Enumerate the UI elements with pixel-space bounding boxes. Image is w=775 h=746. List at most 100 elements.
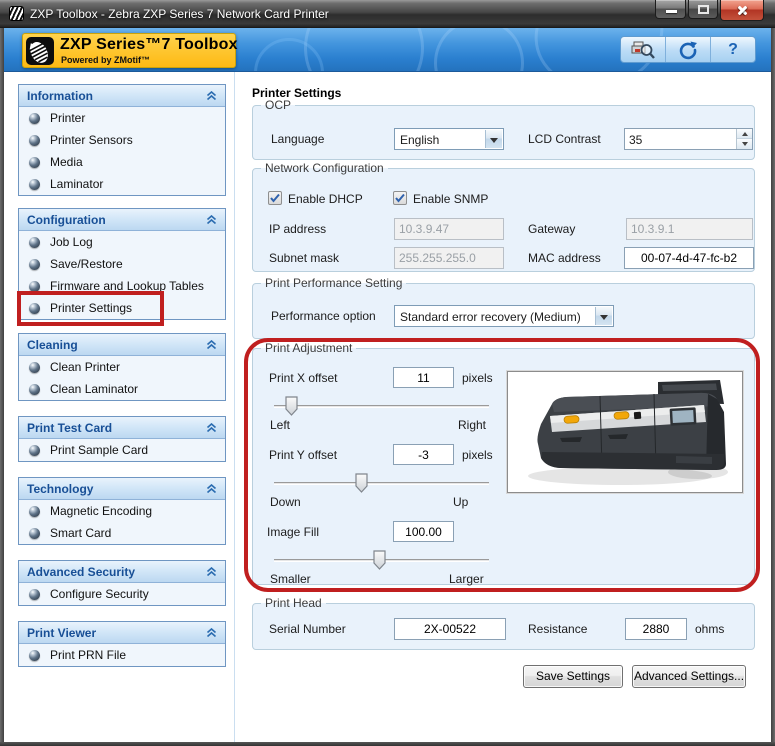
window-title: ZXP Toolbox - Zebra ZXP Series 7 Network… xyxy=(30,7,329,21)
collapse-chevron-icon xyxy=(206,567,217,577)
spinner-up-icon[interactable] xyxy=(737,129,752,139)
print-x-offset-slider-thumb[interactable] xyxy=(285,396,298,416)
bullet-icon xyxy=(29,506,40,517)
group-ocp: OCP Language English LCD Contrast 35 xyxy=(252,105,755,160)
section-header-cleaning[interactable]: Cleaning xyxy=(19,334,225,356)
window-border xyxy=(0,742,775,746)
section-header-configuration[interactable]: Configuration xyxy=(19,209,225,231)
lcd-contrast-stepper[interactable]: 35 xyxy=(624,128,753,150)
check-icon xyxy=(269,192,281,204)
bullet-icon xyxy=(29,589,40,600)
enable-snmp-checkbox[interactable] xyxy=(393,191,407,205)
refresh-button[interactable] xyxy=(665,37,710,62)
sidebar-item-printer-settings[interactable]: Printer Settings xyxy=(19,297,225,319)
resistance-field[interactable] xyxy=(625,618,687,640)
sidebar-section-print-test-card: Print Test Card Print Sample Card xyxy=(18,416,226,462)
bullet-icon xyxy=(29,528,40,539)
print-x-offset-slider-track[interactable] xyxy=(274,405,489,408)
collapse-chevron-icon xyxy=(206,91,217,101)
sidebar-section-information: Information Printer Printer Sensors Medi… xyxy=(18,84,226,196)
sidebar-item-printer-sensors[interactable]: Printer Sensors xyxy=(19,129,225,151)
section-header-technology[interactable]: Technology xyxy=(19,478,225,500)
image-fill-field[interactable] xyxy=(393,521,454,542)
group-print-performance: Print Performance Setting Performance op… xyxy=(252,283,755,339)
advanced-settings-button[interactable]: Advanced Settings... xyxy=(632,665,746,688)
sidebar-item-laminator[interactable]: Laminator xyxy=(19,173,225,195)
group-label: Network Configuration xyxy=(261,161,388,176)
sidebar-item-save-restore[interactable]: Save/Restore xyxy=(19,253,225,275)
section-header-advanced-security[interactable]: Advanced Security xyxy=(19,561,225,583)
collapse-chevron-icon xyxy=(206,423,217,433)
sidebar-item-media[interactable]: Media xyxy=(19,151,225,173)
serial-number-field[interactable] xyxy=(394,618,506,640)
sidebar-item-configure-security[interactable]: Configure Security xyxy=(19,583,225,605)
dropdown-arrow-icon[interactable] xyxy=(595,307,612,325)
collapse-chevron-icon xyxy=(206,340,217,350)
performance-option-dropdown[interactable]: Standard error recovery (Medium) xyxy=(394,305,614,327)
sidebar-item-print-sample-card[interactable]: Print Sample Card xyxy=(19,439,225,461)
window-minimize-button[interactable] xyxy=(655,0,686,19)
printer-photo xyxy=(507,371,743,493)
group-label: Print Adjustment xyxy=(261,341,356,356)
find-printer-icon xyxy=(631,40,655,60)
bullet-icon xyxy=(29,362,40,373)
print-y-offset-slider-track[interactable] xyxy=(274,482,489,485)
sidebar-item-firmware-and-lookup-tables[interactable]: Firmware and Lookup Tables xyxy=(19,275,225,297)
sidebar-item-print-prn-file[interactable]: Print PRN File xyxy=(19,644,225,666)
sidebar-section-configuration: Configuration Job Log Save/Restore Firmw… xyxy=(18,208,226,320)
window-maximize-button[interactable] xyxy=(688,0,718,19)
sidebar-divider xyxy=(234,72,235,742)
gateway-field[interactable] xyxy=(626,218,753,240)
resistance-unit-label: ohms xyxy=(695,622,724,636)
print-x-offset-field[interactable] xyxy=(393,367,454,388)
x-max-label: Right xyxy=(458,418,486,432)
help-button[interactable]: ? xyxy=(710,37,755,62)
subnet-mask-field[interactable] xyxy=(394,247,504,269)
bullet-icon xyxy=(29,303,40,314)
sidebar-section-print-viewer: Print Viewer Print PRN File xyxy=(18,621,226,667)
bullet-icon xyxy=(29,157,40,168)
subnet-mask-label: Subnet mask xyxy=(269,251,339,265)
print-y-offset-slider-thumb[interactable] xyxy=(355,473,368,493)
sidebar-item-clean-printer[interactable]: Clean Printer xyxy=(19,356,225,378)
dropdown-arrow-icon[interactable] xyxy=(485,130,502,148)
image-fill-slider-thumb[interactable] xyxy=(373,550,386,570)
collapse-chevron-icon xyxy=(206,215,217,225)
bullet-icon xyxy=(29,445,40,456)
print-x-offset-label: Print X offset xyxy=(269,371,337,385)
group-print-head: Print Head Serial Number Resistance ohms xyxy=(252,603,755,650)
save-settings-button[interactable]: Save Settings xyxy=(523,665,623,688)
mac-address-label: MAC address xyxy=(528,251,601,265)
sidebar-item-magnetic-encoding[interactable]: Magnetic Encoding xyxy=(19,500,225,522)
app-header: ZXP Series™7 Toolbox Powered by ZMotif™ xyxy=(4,28,771,72)
y-unit-label: pixels xyxy=(462,448,493,462)
zebra-app-icon xyxy=(9,6,24,21)
serial-number-label: Serial Number xyxy=(269,622,346,636)
sidebar-item-printer[interactable]: Printer xyxy=(19,107,225,129)
header-toolbar: ? xyxy=(620,36,756,63)
enable-dhcp-checkbox[interactable] xyxy=(268,191,282,205)
ip-address-label: IP address xyxy=(269,222,326,236)
window-close-button[interactable] xyxy=(720,0,764,21)
section-header-information[interactable]: Information xyxy=(19,85,225,107)
mac-address-field[interactable] xyxy=(624,247,754,269)
sidebar-item-job-log[interactable]: Job Log xyxy=(19,231,225,253)
group-label: Print Performance Setting xyxy=(261,276,406,291)
brand-subtitle: Powered by ZMotif™ xyxy=(61,55,150,65)
help-icon: ? xyxy=(728,41,738,59)
maximize-icon xyxy=(698,5,709,14)
fill-min-label: Smaller xyxy=(270,572,311,586)
find-printer-button[interactable] xyxy=(621,37,665,62)
ip-address-field[interactable] xyxy=(394,218,504,240)
section-header-print-viewer[interactable]: Print Viewer xyxy=(19,622,225,644)
sidebar-item-clean-laminator[interactable]: Clean Laminator xyxy=(19,378,225,400)
section-header-print-test-card[interactable]: Print Test Card xyxy=(19,417,225,439)
language-dropdown[interactable]: English xyxy=(394,128,504,150)
y-min-label: Down xyxy=(270,495,301,509)
group-label: OCP xyxy=(261,98,295,113)
spinner-down-icon[interactable] xyxy=(737,139,752,149)
print-y-offset-field[interactable] xyxy=(393,444,454,465)
sidebar-item-smart-card[interactable]: Smart Card xyxy=(19,522,225,544)
window-border xyxy=(771,28,775,746)
image-fill-label: Image Fill xyxy=(267,525,319,539)
